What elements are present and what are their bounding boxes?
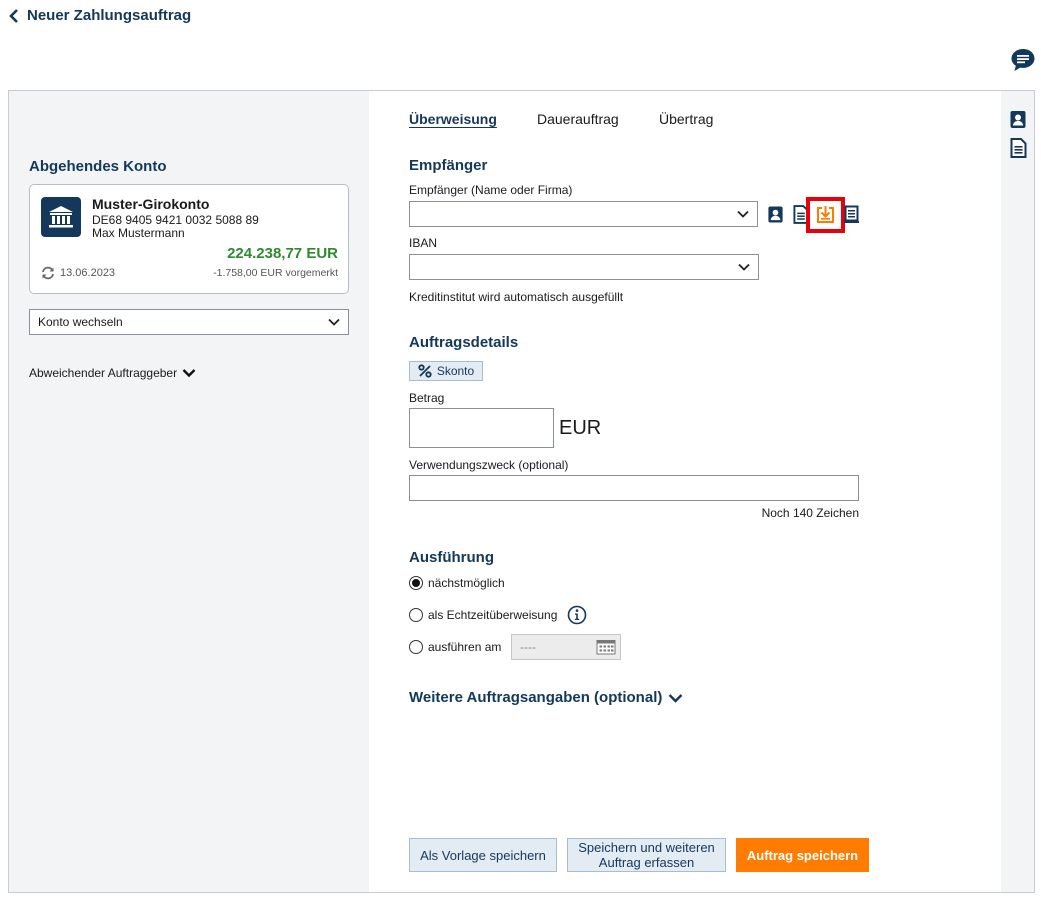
account-holder: Max Mustermann	[92, 226, 185, 240]
radio-next-possible[interactable]	[409, 576, 423, 590]
radio-next-possible-label: nächstmöglich	[428, 576, 505, 590]
execution-section-title: Ausführung	[409, 549, 494, 566]
radio-instant-transfer-label: als Echtzeitüberweisung	[428, 608, 558, 622]
chevron-left-icon	[9, 8, 18, 23]
tab-internal-transfer[interactable]: Übertrag	[659, 111, 713, 127]
calendar-icon[interactable]	[596, 639, 616, 655]
chars-remaining: Noch 140 Zeichen	[761, 506, 859, 520]
bank-autofill-hint: Kreditinstitut wird automatisch ausgefül…	[409, 290, 624, 304]
chevron-down-icon	[738, 263, 750, 271]
skonto-button[interactable]: Skonto	[409, 361, 483, 381]
more-order-details-toggle[interactable]: Weitere Auftragsangaben (optional)	[409, 689, 683, 706]
purpose-label: Verwendungszweck (optional)	[409, 458, 569, 472]
bank-building-icon	[49, 206, 73, 228]
recipient-name-input[interactable]	[409, 201, 758, 227]
account-balance: 224.238,77 EUR	[227, 245, 338, 262]
receipt-button[interactable]	[841, 204, 861, 224]
account-card: Muster-Girokonto DE68 9405 9421 0032 508…	[29, 184, 349, 294]
chevron-down-icon	[669, 693, 683, 703]
document-icon[interactable]	[1010, 138, 1027, 158]
recipient-section-title: Empfänger	[409, 157, 488, 174]
bank-tile	[41, 197, 81, 237]
radio-execute-on[interactable]	[409, 640, 423, 654]
execution-date-field[interactable]: ----	[511, 634, 621, 660]
chat-bubble-icon[interactable]	[1010, 47, 1036, 73]
back-link[interactable]: Neuer Zahlungsauftrag	[8, 7, 191, 24]
radio-execute-on-label: ausführen am	[428, 640, 502, 654]
amount-label: Betrag	[409, 391, 445, 405]
refresh-icon[interactable]	[40, 266, 56, 280]
chevron-down-icon	[737, 210, 749, 218]
recipient-name-label: Empfänger (Name oder Firma)	[409, 183, 573, 197]
address-book-icon[interactable]	[1009, 110, 1027, 129]
account-date: 13.06.2023	[40, 266, 115, 280]
save-order-button[interactable]: Auftrag speichern	[736, 838, 869, 872]
contacts-button[interactable]	[765, 204, 785, 224]
outgoing-account-title: Abgehendes Konto	[29, 158, 167, 175]
radio-instant-transfer[interactable]	[409, 608, 423, 622]
chevron-down-icon	[328, 318, 340, 326]
alt-sender-toggle[interactable]: Abweichender Auftraggeber	[29, 366, 196, 380]
iban-label: IBAN	[409, 236, 438, 250]
chevron-down-icon	[182, 369, 196, 378]
account-iban: DE68 9405 9421 0032 5088 89	[92, 213, 259, 227]
page-title: Neuer Zahlungsauftrag	[27, 7, 192, 24]
receipt-icon	[843, 205, 859, 223]
right-rail	[1001, 91, 1034, 892]
address-book-icon	[767, 205, 783, 223]
account-pending: -1.758,00 EUR vorgemerkt	[213, 267, 338, 279]
tab-transfer[interactable]: Überweisung	[409, 111, 497, 127]
currency-label: EUR	[559, 417, 602, 439]
save-and-new-button[interactable]: Speichern und weiteren Auftrag erfassen	[567, 838, 726, 872]
percent-icon	[418, 364, 432, 378]
tab-standing-order[interactable]: Dauerauftrag	[537, 111, 619, 127]
import-button-highlight	[806, 197, 845, 233]
account-name: Muster-Girokonto	[92, 196, 210, 212]
switch-account-select[interactable]: Konto wechseln	[29, 309, 349, 335]
save-template-button[interactable]: Als Vorlage speichern	[409, 838, 557, 872]
details-section-title: Auftragsdetails	[409, 334, 519, 351]
amount-input[interactable]	[409, 408, 554, 448]
info-icon[interactable]	[567, 605, 587, 625]
iban-input[interactable]	[409, 254, 759, 280]
purpose-input[interactable]	[409, 475, 859, 501]
